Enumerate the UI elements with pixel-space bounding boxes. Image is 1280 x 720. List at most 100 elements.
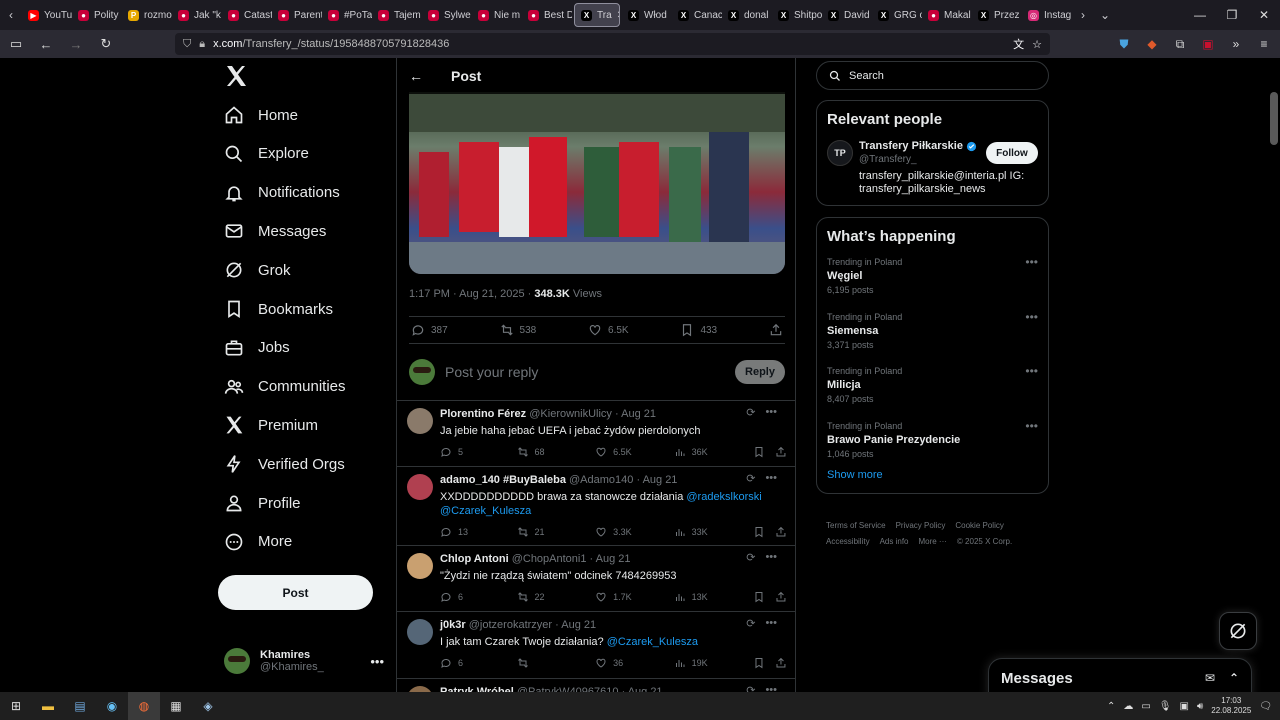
reply-replies-action[interactable]: 6 [440,657,517,669]
reply-reposts-action[interactable]: 22 [517,591,596,603]
reply-views-action[interactable]: 36K [674,446,754,458]
tab-10[interactable]: ● Best D [522,0,572,30]
reply-author-name[interactable]: Plorentino Férez [440,408,526,420]
volume-icon[interactable]: 🔊︎ [1197,701,1203,712]
reply-input[interactable]: Post your reply [445,364,725,380]
tab-close-icon[interactable]: ✕ [617,10,619,21]
show-more-link[interactable]: Show more [827,469,1038,481]
trend-item[interactable]: Trending in Poland Brawo Panie Prezydenci… [827,409,1038,464]
file-explorer-icon[interactable]: ▬ [32,692,64,720]
extension-shield-icon[interactable]: ⛊ [1116,37,1132,52]
trend-more-icon[interactable]: ••• [1025,419,1038,433]
calculator-icon[interactable]: ▦ [160,692,192,720]
trend-more-icon[interactable]: ••• [1025,255,1038,269]
tab-4[interactable]: ● Catast [222,0,272,30]
avatar[interactable] [407,474,433,500]
nav-item-jobs[interactable]: Jobs [224,330,290,366]
account-switcher[interactable]: Khamires @Khamires_ ••• [224,648,384,674]
nav-item-bookmarks[interactable]: Bookmarks [224,291,333,327]
reply-reposts-action[interactable] [517,657,596,669]
extension-badge-icon[interactable]: ▣ [1200,37,1216,51]
scrollbar-thumb[interactable] [1270,92,1278,145]
tab-8[interactable]: ● Sylwe [422,0,472,30]
url-bar[interactable]: ⛉ 🔒︎ x.com/Transfery_/status/19584887057… [175,33,1050,55]
post-timestamp[interactable]: 1:17 PM · Aug 21, 2025 · [409,288,534,300]
tab-scroll-left-icon[interactable]: ‹ [0,8,22,22]
start-icon[interactable]: ⊞ [0,692,32,720]
repost-action[interactable]: 538 [500,323,536,337]
firefox-icon[interactable]: ◍ [128,692,160,720]
grok-analyze-icon[interactable]: ⟳ [746,551,755,564]
nav-item-verified-orgs[interactable]: Verified Orgs [224,446,345,482]
scrollbar[interactable] [1268,58,1280,692]
grok-analyze-icon[interactable]: ⟳ [746,472,755,485]
post-button[interactable]: Post [218,575,373,610]
mention-link[interactable]: @radekslkorski [686,491,761,503]
trend-more-icon[interactable]: ••• [1025,364,1038,378]
nav-item-explore[interactable]: Explore [224,136,309,172]
footer-link[interactable]: Accessibility [826,537,870,546]
usb-icon[interactable]: ▭ [1141,701,1150,712]
trend-item[interactable]: Trending in Poland Siemensa 3,371 posts ••• [827,300,1038,355]
reply-author-name[interactable]: j0k3r [440,619,466,631]
share-icon[interactable] [775,657,787,669]
network-icon[interactable]: ▣ [1179,701,1188,712]
nav-item-premium[interactable]: Premium [224,407,318,443]
bookmark-action[interactable]: 433 [680,323,717,337]
reply-likes-action[interactable]: 3.3K [595,526,674,538]
tab-6[interactable]: ● #PoTa [322,0,372,30]
account-more-icon[interactable]: ••• [370,654,384,669]
star-icon[interactable]: ☆ [1032,38,1042,51]
reply-button[interactable]: Reply [735,360,785,384]
footer-link[interactable]: Terms of Service [826,521,886,530]
minimize-window-icon[interactable]: — [1184,8,1216,22]
reply-replies-action[interactable]: 5 [440,446,517,458]
trend-item[interactable]: Trending in Poland Milicja 8,407 posts ••• [827,354,1038,409]
tab-1[interactable]: ● Polity [72,0,122,30]
forward-icon[interactable]: → [68,37,84,52]
reply-replies-action[interactable]: 13 [440,526,517,538]
tab-13[interactable]: X Canac [672,0,722,30]
reply-views-action[interactable]: 19K [674,657,754,669]
new-message-icon[interactable]: ✉︎ [1205,671,1215,685]
nav-item-grok[interactable]: Grok [224,252,291,288]
reply-more-icon[interactable]: ••• [765,406,777,419]
back-arrow-icon[interactable]: ← [409,68,423,84]
shield-icon[interactable]: ⛉ [183,38,191,51]
sidebar-toggle-icon[interactable]: ▭ [8,36,24,52]
tab-20[interactable]: ◎ Instag [1022,0,1072,30]
nav-item-profile[interactable]: Profile [224,485,301,521]
app-icon-1[interactable]: ▤ [64,692,96,720]
mention-link[interactable]: @Czarek_Kulesza [440,505,531,517]
search-input[interactable]: Search [816,61,1049,90]
share-icon[interactable] [775,591,787,603]
steam-icon[interactable]: ◉ [96,692,128,720]
grok-floating-button[interactable] [1219,612,1257,650]
tab-scroll-right-icon[interactable]: › [1072,8,1094,22]
trend-more-icon[interactable]: ••• [1025,310,1038,324]
tab-16[interactable]: X David [822,0,872,30]
overflow-chevron-icon[interactable]: » [1228,37,1244,51]
reply-reposts-action[interactable]: 21 [517,526,596,538]
follow-button[interactable]: Follow [986,142,1038,164]
reply-date[interactable]: Aug 21 [561,619,596,631]
reply-action[interactable]: 387 [411,323,448,337]
x-logo-icon[interactable] [224,64,248,88]
bookmark-icon[interactable] [753,526,765,538]
back-icon[interactable]: ← [38,37,54,52]
translate-icon[interactable]: 文 [1013,36,1024,52]
restore-window-icon[interactable]: ❐ [1216,8,1248,22]
avatar[interactable] [407,619,433,645]
nav-item-communities[interactable]: Communities [224,369,346,405]
tab-19[interactable]: X Przez [972,0,1022,30]
tab-7[interactable]: ● Tajem [372,0,422,30]
person-name[interactable]: Transfery Piłkarskie [859,140,963,152]
reply-more-icon[interactable]: ••• [765,551,777,564]
tab-18[interactable]: ● Makal [922,0,972,30]
reply-author-name[interactable]: adamo_140 #BuyBaleba [440,474,566,486]
app-icon-2[interactable]: ◈ [192,692,224,720]
nav-item-notifications[interactable]: Notifications [224,175,340,211]
mention-link[interactable]: @Czarek_Kulesza [607,636,698,648]
reply-likes-action[interactable]: 36 [595,657,674,669]
nav-item-more[interactable]: More [224,524,292,560]
